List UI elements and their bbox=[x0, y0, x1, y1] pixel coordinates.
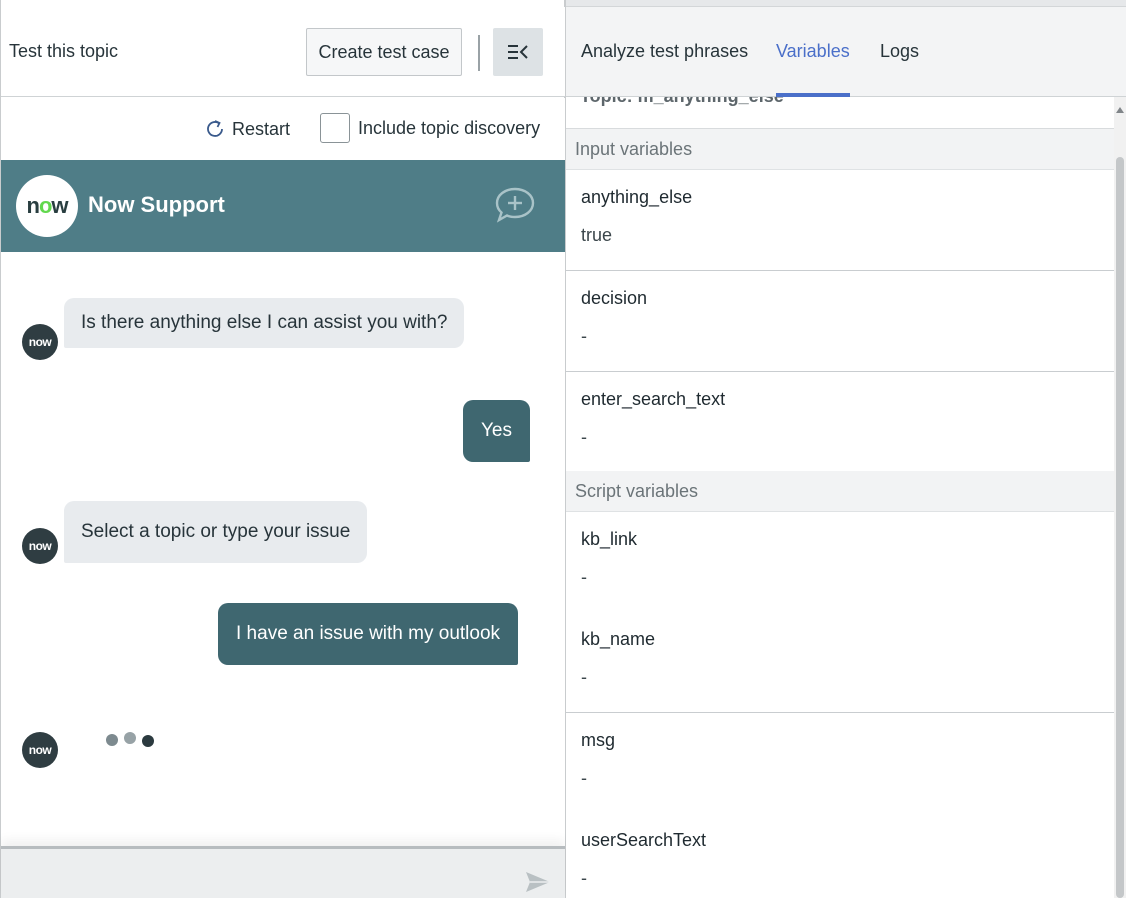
typing-dot bbox=[124, 732, 136, 744]
tab-analyze-test-phrases[interactable]: Analyze test phrases bbox=[581, 41, 748, 97]
restart-label: Restart bbox=[232, 118, 291, 139]
refresh-icon bbox=[207, 120, 223, 137]
section-header-input-variables: Input variables bbox=[566, 129, 1114, 170]
variable-value: - bbox=[581, 667, 587, 687]
now-logo-text: now bbox=[26, 193, 68, 218]
include-topic-discovery-checkbox[interactable] bbox=[320, 113, 350, 143]
typing-indicator bbox=[106, 732, 154, 747]
user-message: Yes bbox=[463, 400, 530, 462]
header-divider bbox=[478, 35, 480, 71]
topic-strip: Topic: m_anything_else bbox=[566, 97, 1114, 129]
bot-avatar: now bbox=[22, 324, 58, 360]
variable-name: enter_search_text bbox=[581, 389, 726, 409]
chat-toolbar: Restart Include topic discovery bbox=[1, 98, 565, 160]
scrollbar-thumb[interactable] bbox=[1116, 157, 1124, 898]
variable-name: msg bbox=[581, 730, 616, 750]
variable-value: true bbox=[581, 225, 613, 245]
variable-row: userSearchText - bbox=[566, 813, 1114, 898]
app-window: Test this topic Create test case Restart bbox=[0, 0, 1126, 898]
collapse-panel-icon bbox=[508, 45, 528, 59]
user-message: I have an issue with my outlook bbox=[218, 603, 519, 665]
chat-transcript: now Is there anything else I can assist … bbox=[1, 252, 565, 846]
inspector-pane: Analyze test phrases Variables Logs Topi… bbox=[566, 7, 1126, 898]
variable-value: - bbox=[581, 427, 587, 447]
variable-value: - bbox=[581, 567, 587, 587]
variable-value: - bbox=[581, 768, 587, 788]
inspector-tabs: Analyze test phrases Variables Logs bbox=[566, 7, 1126, 97]
chat-plus-icon[interactable] bbox=[493, 185, 537, 225]
tab-logs[interactable]: Logs bbox=[880, 41, 919, 97]
variable-name: kb_name bbox=[581, 629, 656, 649]
collapse-panel-button[interactable] bbox=[493, 28, 543, 76]
variable-value: - bbox=[581, 868, 587, 888]
variable-row: msg - bbox=[566, 713, 1114, 814]
pane-title: Test this topic bbox=[9, 41, 119, 61]
variable-row: enter_search_text - bbox=[566, 372, 1114, 473]
message-composer bbox=[1, 846, 565, 898]
variable-row: kb_name - bbox=[566, 612, 1114, 713]
bot-message: Is there anything else I can assist you … bbox=[64, 298, 465, 348]
variable-name: kb_link bbox=[581, 529, 638, 549]
include-topic-discovery-label: Include topic discovery bbox=[358, 117, 541, 138]
test-topic-pane: Test this topic Create test case Restart bbox=[0, 0, 566, 898]
create-test-case-button[interactable]: Create test case bbox=[306, 28, 462, 76]
restart-button[interactable]: Restart bbox=[204, 116, 290, 142]
variable-name: userSearchText bbox=[581, 830, 707, 850]
typing-dot bbox=[142, 735, 154, 747]
variable-row: anything_else true bbox=[566, 170, 1114, 271]
variable-name: decision bbox=[581, 288, 648, 308]
bot-message: Select a topic or type your issue bbox=[64, 501, 368, 563]
typing-dot bbox=[106, 734, 118, 746]
scroll-up-arrow-icon[interactable] bbox=[1116, 107, 1124, 113]
chat-header: now Now Support bbox=[1, 160, 565, 252]
variable-value: - bbox=[581, 326, 587, 346]
bot-avatar: now bbox=[22, 528, 58, 564]
variables-panel: Topic: m_anything_else Input variables a… bbox=[566, 97, 1114, 898]
topic-name: Topic: m_anything_else bbox=[580, 97, 784, 107]
variable-row: decision - bbox=[566, 271, 1114, 372]
message-input[interactable] bbox=[1, 849, 511, 898]
include-topic-discovery-toggle[interactable]: Include topic discovery bbox=[320, 113, 540, 143]
send-icon[interactable] bbox=[525, 871, 551, 893]
variable-name: anything_else bbox=[581, 187, 693, 207]
section-header-script-variables: Script variables bbox=[566, 471, 1114, 512]
bot-avatar: now bbox=[22, 732, 58, 768]
now-logo: now bbox=[16, 175, 78, 237]
variable-row: kb_link - bbox=[566, 512, 1114, 613]
chat-title: Now Support bbox=[88, 192, 225, 217]
tab-variables[interactable]: Variables bbox=[776, 41, 850, 97]
test-topic-header: Test this topic Create test case bbox=[1, 7, 565, 97]
